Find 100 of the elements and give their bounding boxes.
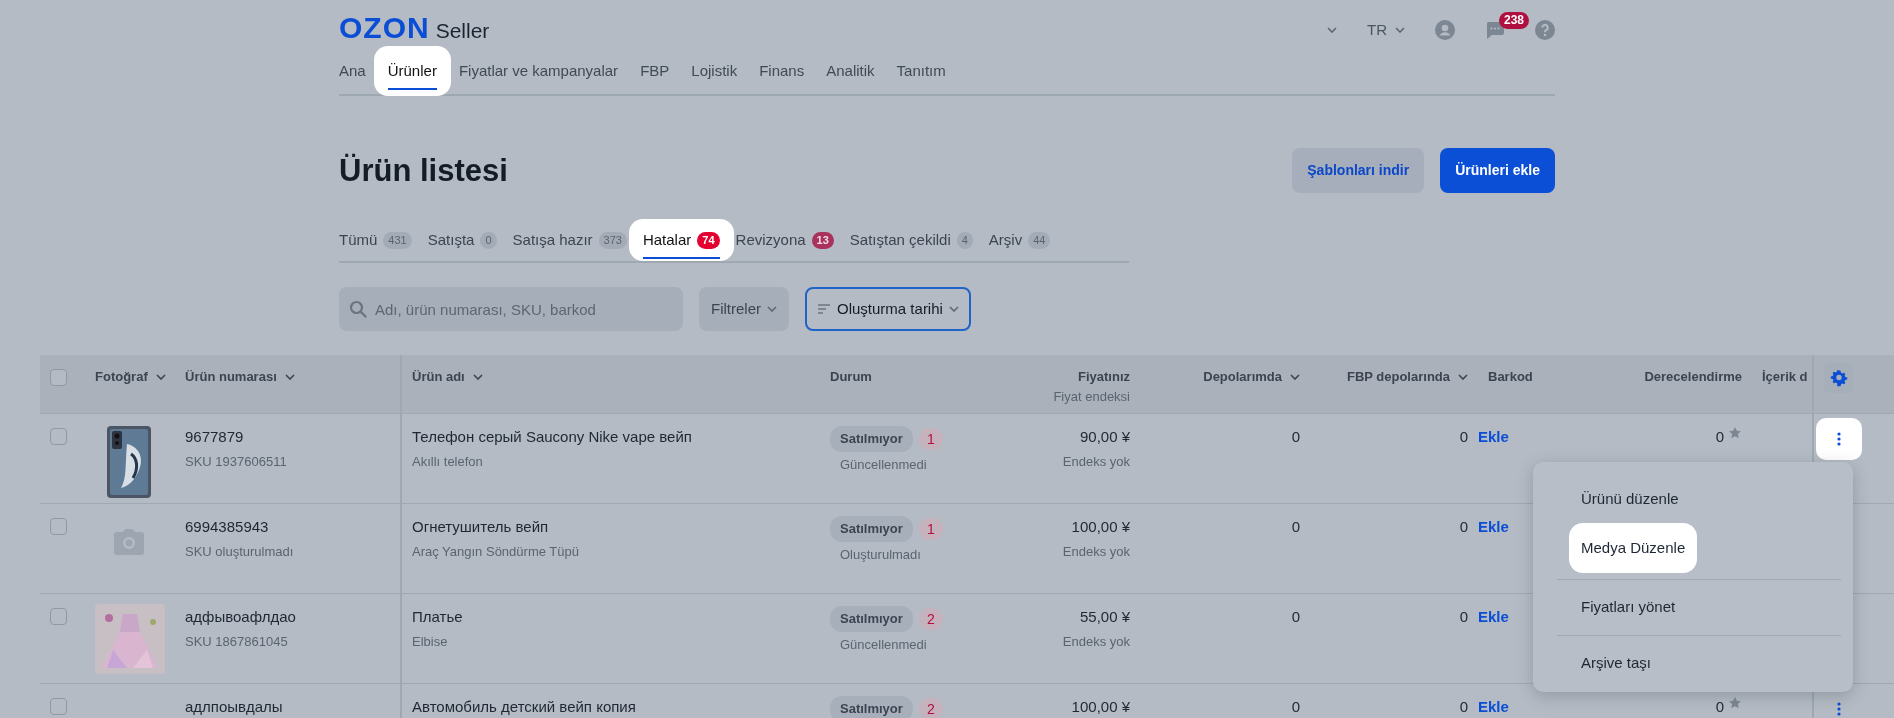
column-header[interactable]: Fotoğraf bbox=[95, 367, 166, 387]
menu-item[interactable]: Ürünü düzenle bbox=[1581, 478, 1679, 521]
status-badge: Satılmıyor bbox=[830, 696, 913, 718]
chevron-down-icon bbox=[155, 373, 166, 380]
nav-tab[interactable]: FBP bbox=[640, 45, 670, 97]
price-index: Endeks yok bbox=[1061, 542, 1130, 561]
status-tab[interactable]: Satışta 0 bbox=[427, 218, 497, 262]
chevron-down-icon bbox=[284, 373, 295, 380]
stock-count: 0 bbox=[1291, 698, 1300, 715]
product-number: 6994385943 bbox=[185, 517, 270, 537]
error-count: 2 bbox=[918, 607, 943, 630]
product-name: Огнетушитель вейп bbox=[412, 517, 550, 537]
price-text: 100,00 ¥ bbox=[1070, 697, 1130, 717]
product-name: Платье bbox=[412, 607, 464, 627]
status-tab[interactable]: Satıştan çekildi 4 bbox=[849, 218, 973, 262]
error-count: 2 bbox=[918, 697, 943, 718]
chevron-down-icon bbox=[1395, 27, 1405, 33]
chevron-down-icon bbox=[472, 373, 483, 380]
more-icon bbox=[1837, 432, 1841, 446]
checkbox[interactable] bbox=[50, 428, 67, 445]
add-barcode-link[interactable]: Ekle bbox=[1478, 606, 1509, 629]
more-button[interactable] bbox=[1816, 418, 1862, 460]
nav-tab[interactable]: Fiyatlar ve kampanyalar bbox=[458, 45, 619, 97]
menu-item[interactable]: Arşive taşı bbox=[1581, 641, 1652, 684]
status-badge: Satılmıyor bbox=[830, 426, 913, 452]
status-tab[interactable]: Arşiv 44 bbox=[988, 218, 1051, 262]
column-subheader: Fiyat endeksi bbox=[1052, 387, 1130, 406]
rating-value: 0 bbox=[1715, 697, 1724, 717]
page-title: Ürün listesi bbox=[339, 151, 508, 190]
checkbox[interactable] bbox=[50, 369, 67, 386]
settings-button[interactable] bbox=[1824, 363, 1854, 393]
sort-button[interactable]: Oluşturma tarihi bbox=[805, 287, 971, 331]
language-selector[interactable]: TR bbox=[1367, 18, 1405, 42]
menu-item[interactable]: Medya Düzenle bbox=[1569, 522, 1698, 573]
logo-subtitle: Seller bbox=[435, 18, 490, 45]
checkbox[interactable] bbox=[50, 518, 67, 535]
category-text: Akıllı telefon bbox=[412, 452, 484, 471]
stock-count: 0 bbox=[1291, 608, 1300, 625]
price-text: 100,00 ¥ bbox=[1070, 517, 1130, 537]
stock-count: 0 bbox=[1459, 698, 1468, 715]
add-products-button[interactable]: Ürünleri ekle bbox=[1440, 148, 1555, 193]
stock-count: 0 bbox=[1291, 518, 1300, 535]
search-field[interactable]: Adı, ürün numarası, SKU, barkod bbox=[339, 287, 683, 331]
chevron-down-icon[interactable] bbox=[1327, 27, 1337, 33]
help-icon[interactable] bbox=[1535, 20, 1555, 40]
menu-item[interactable]: Fiyatları yönet bbox=[1581, 586, 1676, 629]
count-badge: 373 bbox=[598, 231, 627, 249]
add-barcode-link[interactable]: Ekle bbox=[1478, 516, 1509, 539]
chevron-down-icon bbox=[1458, 373, 1468, 380]
nav-tab[interactable]: Ana bbox=[339, 45, 366, 97]
chat-icon[interactable] bbox=[1485, 20, 1505, 40]
status-tab[interactable]: Revizyona 13 bbox=[735, 218, 834, 262]
more-icon bbox=[1837, 702, 1841, 716]
column-header[interactable]: Ürün numarası bbox=[185, 367, 295, 387]
column-header: Barkod bbox=[1488, 368, 1533, 386]
sort-icon bbox=[817, 303, 831, 315]
chevron-down-icon bbox=[767, 306, 777, 312]
price-index: Endeks yok bbox=[1061, 632, 1130, 651]
download-templates-button[interactable]: Şablonları indir bbox=[1292, 148, 1425, 193]
profile-icon[interactable] bbox=[1435, 20, 1455, 40]
nav-tab[interactable]: Analitik bbox=[826, 45, 875, 97]
sku-text: SKU 1937606511 bbox=[185, 452, 288, 471]
status-note: Güncellenmedi bbox=[840, 455, 928, 474]
chevron-down-icon bbox=[1290, 373, 1300, 380]
stock-count: 0 bbox=[1291, 428, 1300, 445]
category-text: Elbise bbox=[412, 632, 449, 651]
column-header[interactable]: Ürün adı bbox=[412, 367, 483, 387]
add-barcode-link[interactable]: Ekle bbox=[1478, 696, 1509, 718]
product-number: адлпоывдалы bbox=[185, 697, 284, 717]
status-tab[interactable]: Satışa hazır 373 bbox=[512, 218, 627, 262]
checkbox[interactable] bbox=[50, 608, 67, 625]
logo[interactable]: OZON bbox=[339, 13, 430, 44]
price-text: 90,00 ¥ bbox=[1078, 427, 1130, 447]
nav-tab[interactable]: Finans bbox=[759, 45, 805, 97]
column-header: İçerik d bbox=[1762, 368, 1808, 386]
sku-text: SKU 1867861045 bbox=[185, 632, 289, 651]
status-note: Güncellenmedi bbox=[840, 635, 928, 654]
column-header: Fiyatınız bbox=[1078, 368, 1130, 386]
status-tab[interactable]: Hatalar 74 bbox=[628, 218, 734, 262]
column-header: Durum bbox=[830, 368, 872, 386]
product-name: Телефон серый Saucony Nike vape вейп bbox=[412, 427, 693, 447]
add-barcode-link[interactable]: Ekle bbox=[1478, 426, 1509, 449]
rating-value: 0 bbox=[1715, 427, 1724, 447]
filters-button[interactable]: Filtreler bbox=[699, 287, 789, 331]
count-badge: 0 bbox=[480, 231, 497, 249]
status-tab[interactable]: Tümü 431 bbox=[339, 218, 412, 262]
column-header[interactable]: FBP depolarında bbox=[1346, 367, 1468, 387]
error-count: 1 bbox=[918, 517, 943, 540]
stock-count: 0 bbox=[1459, 518, 1468, 535]
stock-count: 0 bbox=[1459, 608, 1468, 625]
product-number: адфывоафлдао bbox=[185, 607, 297, 627]
count-badge: 13 bbox=[811, 231, 834, 249]
nav-tab[interactable]: Tanıtım bbox=[896, 45, 946, 97]
count-badge: 74 bbox=[697, 231, 720, 249]
column-header[interactable]: Depolarımda bbox=[1203, 367, 1300, 387]
nav-tab[interactable]: Lojistik bbox=[691, 45, 738, 97]
nav-tab[interactable]: Ürünler bbox=[373, 45, 451, 97]
stock-count: 0 bbox=[1459, 428, 1468, 445]
checkbox[interactable] bbox=[50, 698, 67, 715]
sku-text: SKU oluşturulmadı bbox=[185, 542, 295, 561]
